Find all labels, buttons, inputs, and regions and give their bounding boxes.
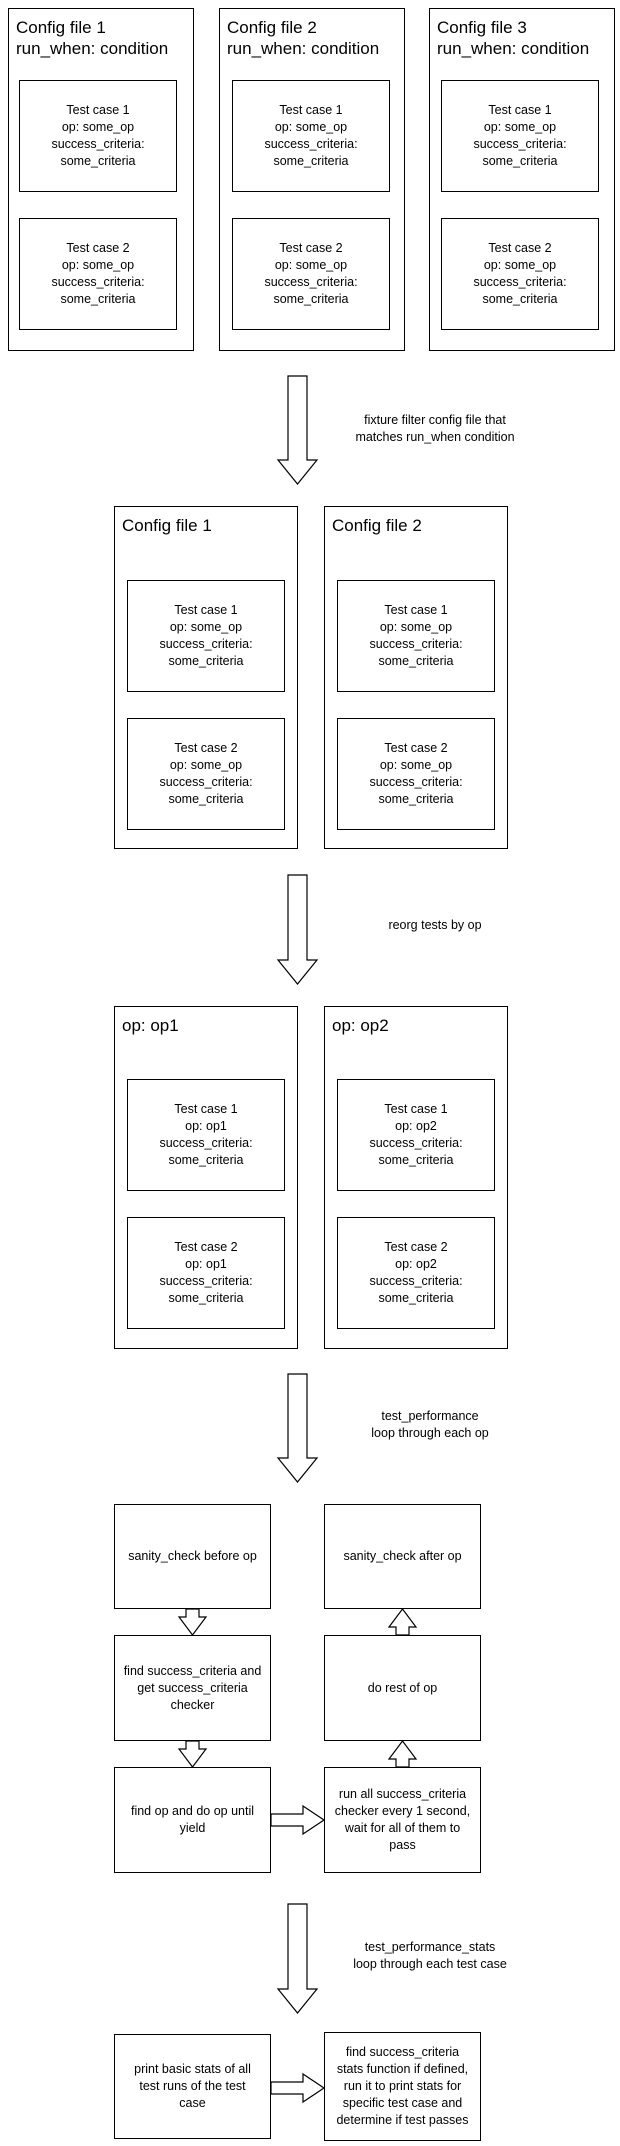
up-arrow-run-to-rest <box>387 1740 418 1768</box>
down-arrow-test-performance-stats <box>276 1903 319 2014</box>
down-arrow-sanity-to-find <box>177 1608 208 1636</box>
right-arrow-op-to-checkers <box>270 1804 326 1836</box>
right-arrow-stats-to-function <box>270 2072 326 2104</box>
down-arrow-find-to-op <box>177 1740 208 1768</box>
connector-arrows <box>177 375 418 2104</box>
up-arrow-rest-to-sanity <box>387 1608 418 1636</box>
down-arrow-filter <box>276 375 319 485</box>
down-arrow-test-performance <box>276 1373 319 1483</box>
down-arrow-reorg <box>276 874 319 985</box>
